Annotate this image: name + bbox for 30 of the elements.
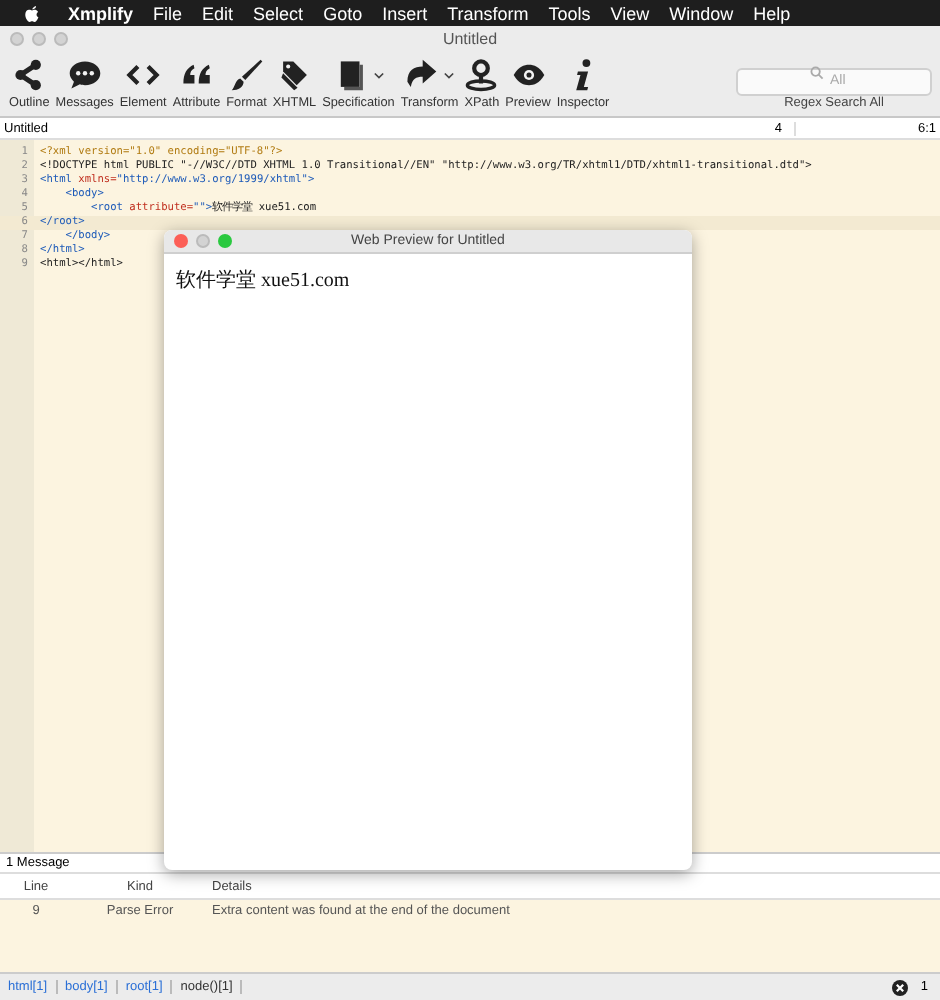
- menu-item[interactable]: Window: [669, 3, 734, 23]
- caret-icon: [373, 71, 384, 79]
- tags-icon: [277, 58, 312, 92]
- menu-item[interactable]: View: [610, 3, 650, 23]
- preview-text: 软件学堂 xue51.com: [176, 270, 350, 292]
- app-menu[interactable]: Xmplify: [68, 3, 134, 23]
- menu-item[interactable]: Select: [253, 3, 304, 23]
- menu-item[interactable]: Tools: [548, 3, 591, 23]
- error-icon: [892, 979, 909, 995]
- zoom-button[interactable]: [54, 32, 68, 46]
- menu-item[interactable]: Goto: [323, 3, 363, 23]
- menu-item[interactable]: Transform: [447, 3, 529, 23]
- zoom-button[interactable]: [218, 234, 232, 248]
- brush-icon: [229, 58, 264, 92]
- speech-bubble-icon: [67, 58, 102, 92]
- menu-item[interactable]: Edit: [202, 3, 234, 23]
- menu-item[interactable]: Insert: [382, 3, 428, 23]
- menu-item[interactable]: File: [153, 3, 183, 23]
- apple-icon[interactable]: [24, 3, 40, 23]
- window-title: Untitled: [442, 30, 498, 48]
- caret-icon: [444, 71, 455, 79]
- curved-arrow-icon: [404, 58, 439, 92]
- minimize-button[interactable]: [196, 234, 210, 248]
- search-icon: [810, 65, 824, 79]
- menu-item[interactable]: Help: [753, 3, 791, 23]
- share-icon: [12, 58, 47, 92]
- close-button[interactable]: [10, 32, 24, 46]
- minimize-button[interactable]: [32, 32, 46, 46]
- close-button[interactable]: [174, 234, 188, 248]
- map-pin-icon: [464, 58, 499, 92]
